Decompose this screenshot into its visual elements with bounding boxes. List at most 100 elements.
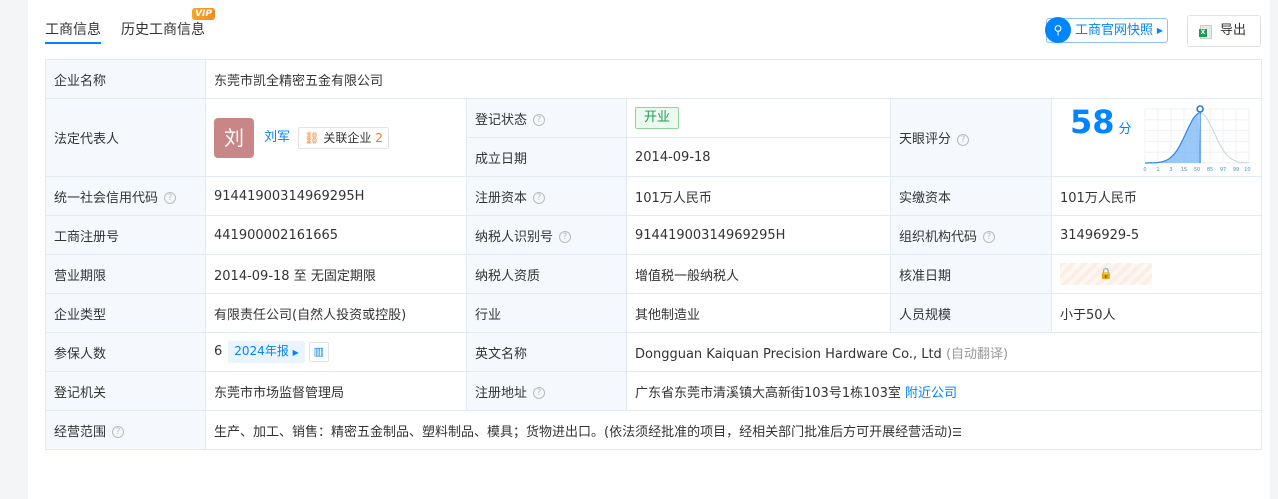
table-row: 经营范围? 生产、加工、销售：精密五金制品、塑料制品、模具；货物进出口。(依法须… — [45, 410, 1262, 450]
tick-label: 85 — [1207, 167, 1213, 173]
table-row: 统一社会信用代码? 91441900314969295H 注册资本? 101万人… — [45, 176, 1262, 216]
tab-history-business-info[interactable]: 历史工商信息 VIP — [121, 0, 215, 44]
help-icon[interactable]: ? — [533, 192, 546, 204]
tab-business-info[interactable]: 工商信息 — [45, 0, 101, 44]
legal-rep-label: 法定代表人 — [45, 98, 206, 177]
scope-label: 经营范围? — [45, 410, 206, 450]
staff-label: 人员规模 — [890, 293, 1052, 333]
business-info-panel: 工商信息 历史工商信息 VIP ⚲ 工商官网快照 ▶ X 导出 企业名称 东莞市凯全精密… — [28, 0, 1270, 499]
reg-capital: 101万人民币 — [626, 176, 891, 216]
org-code: 31496929-5 — [1051, 215, 1262, 255]
tick-label: 1 — [1156, 167, 1159, 173]
caret-right-icon: ▶ — [292, 348, 299, 357]
address-cell: 广东省东莞市清溪镇大高新街103号1栋103室 附近公司 — [626, 371, 1262, 411]
score-distribution-chart: 0 1 3 15 50 85 97 99 100 — [1143, 104, 1251, 173]
insured: 6 — [214, 344, 223, 359]
help-icon[interactable]: ? — [164, 192, 177, 204]
legal-rep-link[interactable]: 刘军 — [264, 130, 290, 145]
label-text: 天眼评分 — [899, 132, 952, 147]
reg-no: 441900002161665 — [205, 215, 467, 255]
annual-report-button[interactable]: 2024年报 ▶ — [228, 341, 305, 363]
score-label: 天眼评分? — [890, 98, 1052, 177]
export-label: 导出 — [1220, 23, 1247, 38]
authority: 东莞市市场监督管理局 — [205, 371, 467, 411]
tick-label: 0 — [1143, 167, 1146, 173]
company-name: 东莞市凯全精密五金有限公司 — [205, 59, 1262, 99]
official-snapshot-button[interactable]: ⚲ 工商官网快照 ▶ — [1045, 17, 1169, 43]
term-label: 营业期限 — [45, 254, 206, 294]
collapse-icon[interactable]: ☰ — [952, 426, 962, 439]
help-icon[interactable]: ? — [533, 387, 546, 399]
label-text: 统一社会信用代码 — [54, 190, 159, 206]
auto-translate-label: (自动翻译) — [945, 346, 1009, 362]
en-name: Dongguan Kaiquan Precision Hardware Co.,… — [635, 346, 942, 362]
help-icon[interactable]: ? — [533, 114, 546, 126]
table-row: 企业名称 东莞市凯全精密五金有限公司 — [45, 59, 1262, 99]
label-text: 纳税人识别号 — [475, 229, 554, 245]
label-text: 经营范围 — [54, 424, 107, 440]
address: 广东省东莞市清溪镇大高新街103号1栋103室 — [635, 385, 901, 401]
score-cell[interactable]: 58分 0 1 3 15 50 85 97 99 100 — [1051, 98, 1262, 177]
credit-code-label: 统一社会信用代码? — [45, 176, 206, 216]
label-text: 注册地址 — [475, 385, 528, 401]
tick-label: 15 — [1181, 167, 1187, 173]
label-text: 登记状态 — [475, 112, 528, 128]
authority-label: 登记机关 — [45, 371, 206, 411]
tick-label: 3 — [1169, 167, 1172, 173]
help-icon[interactable]: ? — [957, 133, 970, 146]
status-badge: 开业 — [635, 107, 680, 129]
type-label: 企业类型 — [45, 293, 206, 333]
report-label: 2024年报 — [234, 344, 289, 358]
score-value: 58 分 — [1070, 103, 1132, 141]
business-info-table: 企业名称 东莞市凯全精密五金有限公司 法定代表人 刘 刘军 ⛓ 关联企业 2 登… — [45, 59, 1262, 450]
table-row: 工商注册号 441900002161665 纳税人识别号? 9144190031… — [45, 215, 1262, 255]
vip-badge: VIP — [192, 8, 215, 20]
org-code-label: 组织机构代码? — [890, 215, 1052, 255]
en-name-cell: Dongguan Kaiquan Precision Hardware Co.,… — [626, 332, 1262, 372]
approve-date: 🔒 — [1051, 254, 1262, 294]
snapshot-label: 工商官网快照 — [1075, 23, 1154, 38]
caret-right-icon: ▶ — [1156, 26, 1164, 35]
industry-label: 行业 — [466, 293, 627, 333]
tax-id-label: 纳税人识别号? — [466, 215, 627, 255]
help-icon[interactable]: ? — [559, 231, 572, 243]
tabs: 工商信息 历史工商信息 VIP — [45, 0, 215, 44]
stamp-icon: ⚲ — [1045, 17, 1071, 43]
related-companies-button[interactable]: ⛓ 关联企业 2 — [298, 126, 389, 149]
avatar: 刘 — [214, 117, 254, 158]
reg-no-label: 工商注册号 — [45, 215, 206, 255]
scope-cell: 生产、加工、销售：精密五金制品、塑料制品、模具；货物进出口。(依法须经批准的项目… — [205, 410, 1262, 450]
credit-code: 91441900314969295H — [205, 176, 467, 216]
reg-status-cell: 开业 — [626, 98, 891, 138]
help-icon[interactable]: ? — [112, 426, 125, 438]
score-marker — [1196, 104, 1204, 113]
excel-icon: X — [1199, 25, 1212, 39]
found-date: 2014-09-18 — [626, 137, 891, 177]
paid-capital: 101万人民币 — [1051, 176, 1262, 216]
staff: 小于50人 — [1051, 293, 1262, 333]
reg-status-label: 登记状态? — [466, 98, 627, 138]
found-date-label: 成立日期 — [466, 137, 627, 177]
tick-label: 99 — [1233, 167, 1239, 173]
label-text: 组织机构代码 — [899, 229, 978, 245]
company-name-label: 企业名称 — [45, 59, 206, 99]
en-name-label: 英文名称 — [466, 332, 627, 372]
trend-chart-icon[interactable]: ▥ — [308, 341, 329, 362]
network-icon: ⛓ — [304, 130, 320, 145]
tick-label: 100 — [1244, 167, 1251, 173]
help-icon[interactable]: ? — [983, 231, 996, 243]
type: 有限责任公司(自然人投资或控股) — [205, 293, 467, 333]
insured-cell: 6 2024年报 ▶ ▥ — [205, 332, 467, 372]
related-count: 2 — [375, 130, 383, 145]
address-label: 注册地址? — [466, 371, 627, 411]
term: 2014-09-18 至 无固定期限 — [205, 254, 467, 294]
reg-capital-label: 注册资本? — [466, 176, 627, 216]
industry: 其他制造业 — [626, 293, 891, 333]
nearby-companies-link[interactable]: 附近公司 — [905, 386, 957, 401]
tax-id: 91441900314969295H — [626, 215, 891, 255]
scope: 生产、加工、销售：精密五金制品、塑料制品、模具；货物进出口。(依法须经批准的项目… — [214, 424, 953, 440]
export-button[interactable]: X 导出 — [1187, 15, 1261, 47]
insured-label: 参保人数 — [45, 332, 206, 372]
lock-icon[interactable]: 🔒 — [1060, 263, 1152, 285]
table-row: 营业期限 2014-09-18 至 无固定期限 纳税人资质 增值税一般纳税人 核… — [45, 254, 1262, 294]
